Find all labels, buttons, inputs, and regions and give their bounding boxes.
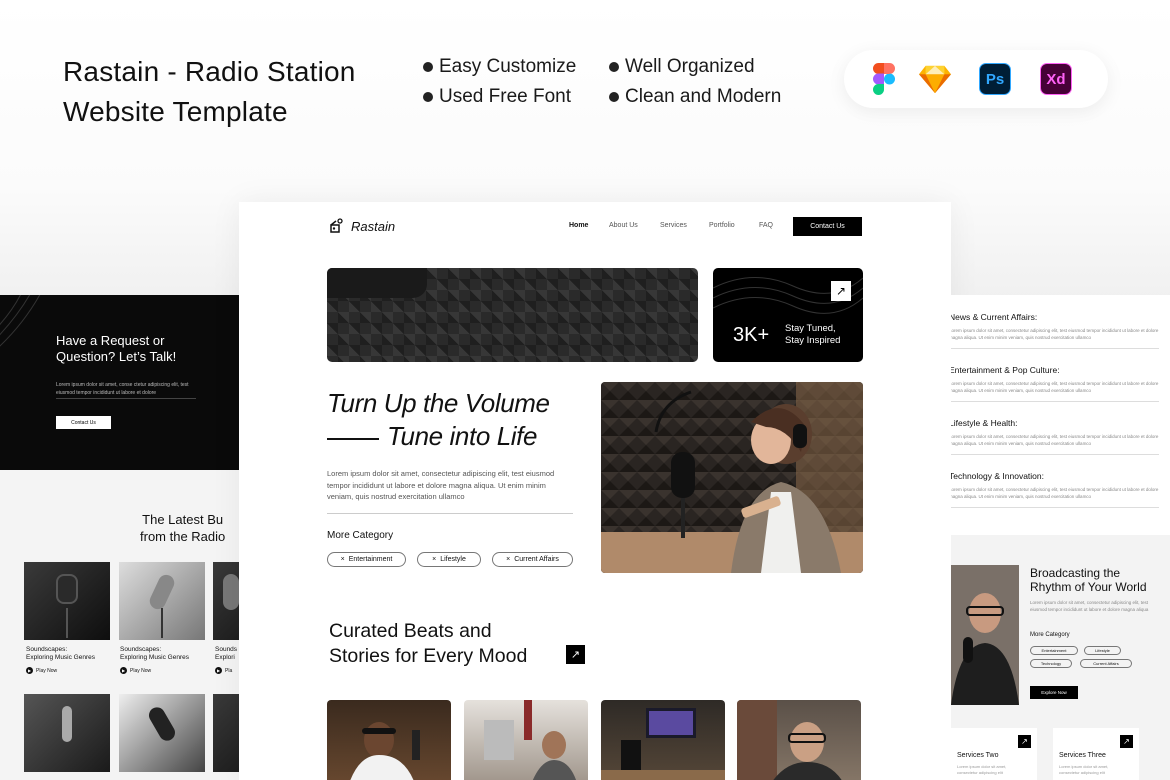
arrow-up-right-icon[interactable]: ↗ xyxy=(566,645,585,664)
headline-rule xyxy=(327,438,379,440)
banner-title: Rastain - Radio Station Website Template xyxy=(63,52,356,132)
sketch-icon xyxy=(919,63,951,95)
news-item[interactable]: Lifestyle & Health: Lorem ipsum dolor si… xyxy=(951,418,1159,455)
bullet-icon xyxy=(423,62,433,72)
stat-caption: Stay Tuned, Stay Inspired xyxy=(785,323,841,346)
right-news-section: News & Current Affairs: Lorem ipsum dolo… xyxy=(951,295,1170,535)
play-icon: ▶ xyxy=(120,667,127,674)
banner-title-line2: Website Template xyxy=(63,96,288,127)
feature-list-left: Easy Customize Used Free Font xyxy=(423,52,576,112)
bullet-icon xyxy=(423,92,433,102)
nav-home[interactable]: Home xyxy=(569,222,588,229)
photoshop-icon: Ps xyxy=(979,63,1011,95)
play-icon: ▶ xyxy=(215,667,222,674)
category-chip[interactable]: Current Affairs xyxy=(1080,659,1132,668)
podcast-thumbnail[interactable] xyxy=(213,562,240,640)
play-icon: ▶ xyxy=(26,667,33,674)
podcast-thumbnail[interactable] xyxy=(24,694,110,772)
card-title: Sounds Explori xyxy=(215,646,238,661)
banner-title-line1: Rastain - Radio Station xyxy=(63,56,356,87)
bullet-icon xyxy=(609,62,619,72)
hero-image xyxy=(327,268,698,362)
broadcast-heading: Broadcasting the Rhythm of Your World xyxy=(1030,566,1147,594)
feature-item: Used Free Font xyxy=(423,82,576,112)
podcast-card-image[interactable] xyxy=(327,700,451,780)
podcast-thumbnail[interactable] xyxy=(24,562,110,640)
main-page-preview: Rastain Home About Us Services Portfolio… xyxy=(239,202,951,780)
nav-services[interactable]: Services xyxy=(660,222,687,229)
arrow-up-right-icon: ↗ xyxy=(1120,735,1133,748)
close-icon: × xyxy=(432,556,437,563)
play-now-link[interactable]: ▶ Play Now xyxy=(26,667,57,674)
feature-item: Well Organized xyxy=(609,52,781,82)
divider xyxy=(327,513,573,514)
service-card[interactable]: ↗ Services Two Lorem ipsum dolor sit ame… xyxy=(951,728,1037,780)
podcast-card-image[interactable] xyxy=(464,700,588,780)
news-item[interactable]: News & Current Affairs: Lorem ipsum dolo… xyxy=(951,312,1159,349)
play-now-link[interactable]: ▶ Pla xyxy=(215,667,232,674)
radio-logo-icon xyxy=(330,218,343,233)
stat-card: ↗ 3K+ Stay Tuned, Stay Inspired xyxy=(713,268,863,362)
nav-portfolio[interactable]: Portfolio xyxy=(709,222,735,229)
bullet-icon xyxy=(609,92,619,102)
podcast-thumbnail[interactable] xyxy=(119,694,205,772)
figma-icon xyxy=(868,63,900,95)
right-broadcast-section: Broadcasting the Rhythm of Your World Lo… xyxy=(951,535,1170,780)
tool-badges: Ps Xd xyxy=(844,50,1108,108)
play-now-link[interactable]: ▶ Play Now xyxy=(120,667,151,674)
category-chip-lifestyle[interactable]: × Lifestyle xyxy=(417,552,481,567)
left-latest-section: The Latest Bu from the Radio Soundscapes… xyxy=(0,470,240,780)
podcast-thumbnail[interactable] xyxy=(213,694,240,772)
left-contact-section: Have a Request or Question? Let’s Talk! … xyxy=(0,295,240,470)
contact-us-button[interactable]: Contact Us xyxy=(793,217,862,236)
podcast-card-image[interactable] xyxy=(737,700,861,780)
card-title: Soundscapes: Exploring Music Genres xyxy=(26,646,95,661)
nav-faq[interactable]: FAQ xyxy=(759,222,773,229)
category-chip[interactable]: Lifestyle xyxy=(1084,646,1121,655)
podcast-card-image[interactable] xyxy=(601,700,725,780)
category-chip[interactable]: Entertainment xyxy=(1030,646,1078,655)
hero-body-text: Lorem ipsum dolor sit amet, consectetur … xyxy=(327,469,555,501)
contact-us-button[interactable]: Contact Us xyxy=(56,416,111,429)
latest-heading: The Latest Bu from the Radio xyxy=(140,512,226,544)
service-card[interactable]: ↗ Services Three Lorem ipsum dolor sit a… xyxy=(1053,728,1139,780)
close-icon: × xyxy=(506,556,511,563)
host-portrait-image xyxy=(601,382,863,573)
hero-headline-line2: Tune into Life xyxy=(387,421,538,451)
explore-now-button[interactable]: Explore Now xyxy=(1030,686,1078,699)
nav-about-us[interactable]: About Us xyxy=(609,222,638,229)
category-chip-entertainment[interactable]: × Entertainment xyxy=(327,552,406,567)
card-title: Soundscapes: Exploring Music Genres xyxy=(120,646,189,661)
close-icon: × xyxy=(340,556,345,563)
stat-number: 3K+ xyxy=(733,324,770,346)
category-chip-current-affairs[interactable]: × Current Affairs xyxy=(492,552,573,567)
feature-list-right: Well Organized Clean and Modern xyxy=(609,52,781,112)
feature-item: Clean and Modern xyxy=(609,82,781,112)
more-category-label: More Category xyxy=(327,530,394,541)
hero-headline-line1: Turn Up the Volume xyxy=(327,388,550,418)
news-item[interactable]: Entertainment & Pop Culture: Lorem ipsum… xyxy=(951,365,1159,402)
category-chip[interactable]: Technology xyxy=(1030,659,1072,668)
arrow-up-right-icon[interactable]: ↗ xyxy=(831,281,851,301)
host-photo xyxy=(951,565,1019,705)
wave-decoration xyxy=(0,295,41,347)
contact-question: Have a Request or Question? Let’s Talk! xyxy=(56,333,177,364)
news-item[interactable]: Technology & Innovation: Lorem ipsum dol… xyxy=(951,471,1159,508)
site-logo[interactable]: Rastain xyxy=(329,218,395,234)
broadcast-text: Lorem ipsum dolor sit amet, consectetur … xyxy=(1030,600,1149,612)
feature-item: Easy Customize xyxy=(423,52,576,82)
arrow-up-right-icon: ↗ xyxy=(1018,735,1031,748)
xd-icon: Xd xyxy=(1040,63,1072,95)
curated-heading: Curated Beats and Stories for Every Mood xyxy=(329,620,528,667)
contact-text: Lorem ipsum dolor sit amet, conse ctetur… xyxy=(56,382,189,396)
podcast-thumbnail[interactable] xyxy=(119,562,205,640)
divider xyxy=(56,398,196,399)
more-category-label: More Category xyxy=(1030,632,1070,638)
